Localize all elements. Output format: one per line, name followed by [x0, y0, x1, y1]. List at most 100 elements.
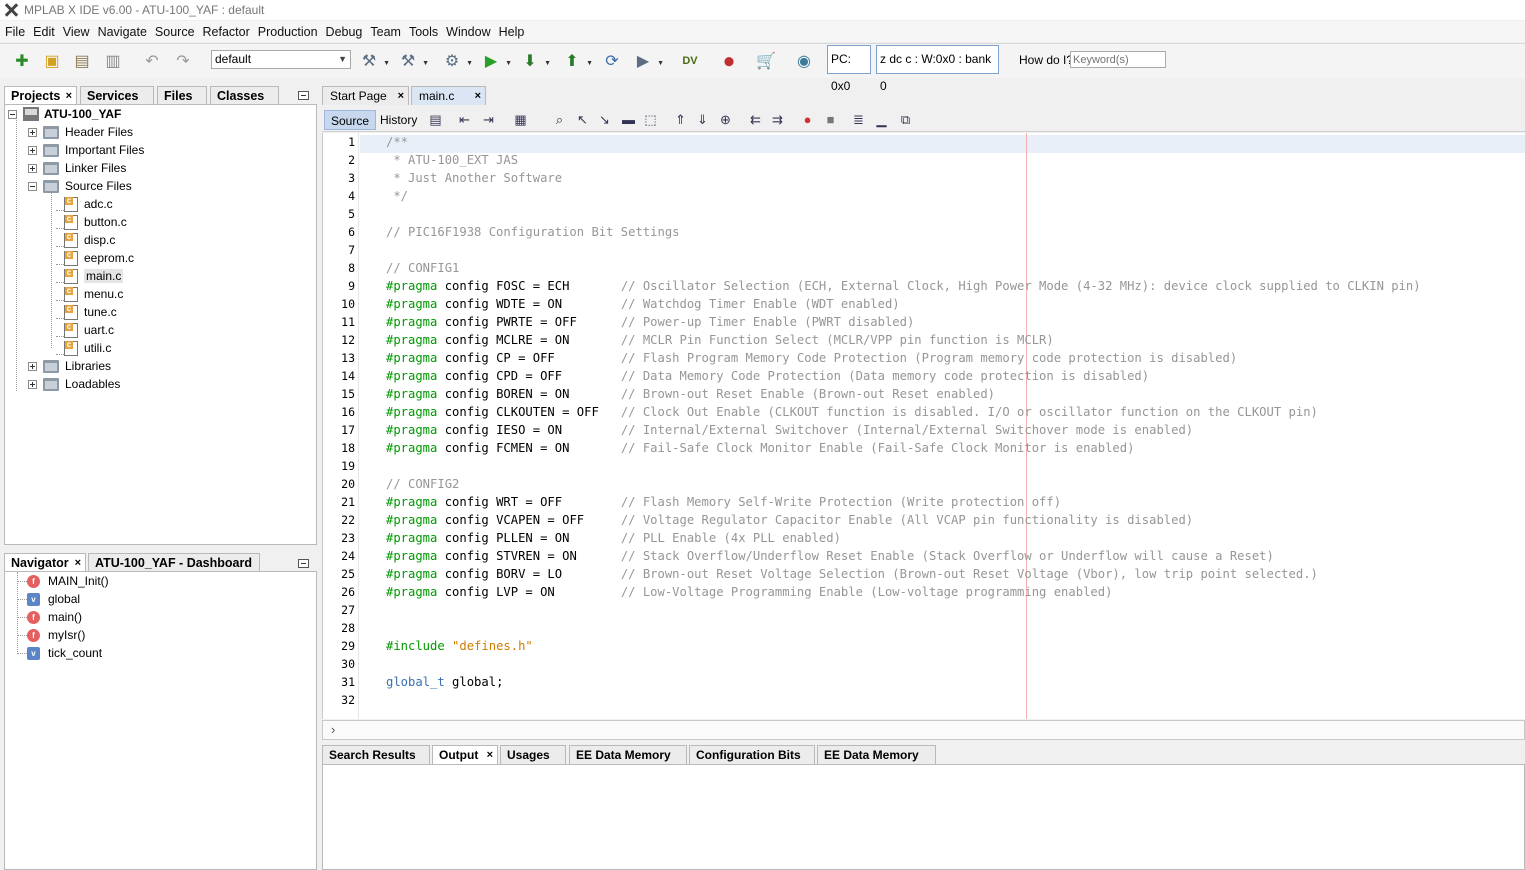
program-device-icon[interactable]: ⬆ ▼ — [560, 49, 593, 73]
hold-in-reset-icon[interactable]: ▶ ▼ — [631, 49, 664, 73]
start-macro-icon[interactable]: ● — [799, 111, 816, 128]
menu-window[interactable]: Window — [442, 25, 494, 39]
tree-folder-libraries[interactable]: Libraries — [28, 357, 111, 375]
shop-icon[interactable]: 🛒 — [754, 49, 778, 73]
community-icon[interactable]: ◉ — [792, 49, 816, 73]
expand-icon[interactable] — [28, 361, 37, 371]
menu-navigate[interactable]: Navigate — [94, 25, 151, 39]
tree-project-root[interactable]: ATU-100_YAF — [8, 105, 121, 123]
menu-help[interactable]: Help — [495, 25, 529, 39]
tab-files[interactable]: Files — [157, 86, 207, 105]
find-next-icon[interactable]: ↘ — [596, 111, 613, 128]
tree-file-disp[interactable]: disp.c — [64, 231, 115, 249]
comment-icon[interactable]: ≣ — [850, 111, 867, 128]
navigator-item[interactable]: f MAIN_Init() — [27, 572, 109, 590]
tree-file-eeprom[interactable]: eeprom.c — [64, 249, 134, 267]
tab-ee-data-memory[interactable]: EE Data Memory — [569, 745, 687, 764]
expand-icon[interactable] — [28, 127, 37, 137]
expand-icon[interactable] — [28, 379, 37, 389]
tree-file-uart[interactable]: uart.c — [64, 321, 114, 339]
menu-production[interactable]: Production — [254, 25, 322, 39]
shift-right-icon[interactable]: ⇉ — [769, 111, 786, 128]
new-file-icon[interactable]: ✚ — [10, 49, 34, 73]
chevron-right-icon[interactable]: › — [331, 722, 335, 737]
close-icon[interactable]: × — [75, 554, 81, 572]
source-mode-button[interactable]: Source — [324, 110, 377, 130]
microchip-discover-icon[interactable]: ⬤ — [717, 49, 741, 73]
clean-build-icon[interactable]: ⚒ ▼ — [396, 49, 429, 73]
open-project-icon[interactable]: ▤ — [70, 49, 94, 73]
menu-source[interactable]: Source — [151, 25, 199, 39]
tree-file-adc[interactable]: adc.c — [64, 195, 113, 213]
undo-icon[interactable]: ↶ — [140, 49, 164, 73]
tab-ee-data-memory-2[interactable]: EE Data Memory — [817, 745, 936, 764]
collapse-icon[interactable] — [28, 181, 37, 191]
find-icon[interactable]: ⌕ — [551, 111, 568, 128]
shift-left-icon[interactable]: ⇇ — [747, 111, 764, 128]
tree-folder-loadables[interactable]: Loadables — [28, 375, 120, 393]
navigator-item[interactable]: v tick_count — [27, 644, 102, 662]
output-console[interactable] — [322, 764, 1525, 870]
tree-folder-header-files[interactable]: Header Files — [28, 123, 133, 141]
close-icon[interactable]: × — [475, 87, 481, 105]
forward-icon[interactable]: ⇥ — [480, 111, 497, 128]
menu-refactor[interactable]: Refactor — [199, 25, 254, 39]
tab-search-results[interactable]: Search Results — [322, 745, 430, 764]
configuration-select[interactable]: default ▼ — [211, 50, 351, 69]
close-icon[interactable]: × — [487, 746, 493, 764]
debug-project-icon[interactable]: ⬇ ▼ — [518, 49, 551, 73]
data-visualizer-icon[interactable]: DV — [678, 49, 702, 73]
tab-output[interactable]: Output × — [432, 745, 498, 764]
redo-icon[interactable]: ↷ — [171, 49, 195, 73]
navigator-item[interactable]: v global — [27, 590, 80, 608]
tab-start-page[interactable]: Start Page × — [322, 86, 409, 105]
expand-icon[interactable] — [28, 145, 37, 155]
collapse-icon[interactable] — [8, 109, 17, 119]
tree-file-tune[interactable]: tune.c — [64, 303, 117, 321]
tree-file-button[interactable]: button.c — [64, 213, 127, 231]
keyword-search-input[interactable] — [1070, 51, 1166, 68]
close-icon[interactable]: × — [398, 87, 404, 105]
read-device-icon[interactable]: ⟳ — [600, 49, 624, 73]
find-previous-icon[interactable]: ↖ — [574, 111, 591, 128]
next-bookmark-icon[interactable]: ⇓ — [694, 111, 711, 128]
build-project-icon[interactable]: ⚒ ▼ — [357, 49, 390, 73]
toggle-bookmark-icon[interactable]: ⊕ — [717, 111, 734, 128]
tree-folder-linker-files[interactable]: Linker Files — [28, 159, 126, 177]
menu-file[interactable]: File — [1, 25, 29, 39]
toggle-highlight-icon[interactable]: ▬ — [620, 111, 637, 128]
tab-classes[interactable]: Classes — [210, 86, 279, 105]
diff-icon[interactable]: ⧉ — [897, 111, 914, 128]
close-icon[interactable]: × — [66, 87, 72, 105]
close-project-icon[interactable]: ▥ — [101, 49, 125, 73]
tree-file-menu[interactable]: menu.c — [64, 285, 123, 303]
minimize-panel-icon[interactable] — [298, 91, 309, 100]
menu-edit[interactable]: Edit — [29, 25, 59, 39]
tree-file-main[interactable]: main.c — [64, 267, 124, 285]
menu-debug[interactable]: Debug — [322, 25, 367, 39]
code-editor[interactable]: 1 2 3 4 5 6 7 8 9 10 11 12 13 14 15 16 17 18 19 20 21 22 23 24 2… — [322, 133, 1525, 719]
format-icon[interactable]: ▦ — [512, 111, 529, 128]
history-mode-button[interactable]: History — [374, 110, 423, 130]
navigator-item[interactable]: f main() — [27, 608, 82, 626]
menu-team[interactable]: Team — [366, 25, 405, 39]
tab-main-c[interactable]: main.c × — [411, 86, 486, 105]
tree-file-utili[interactable]: utili.c — [64, 339, 111, 357]
navigator-item[interactable]: f myIsr() — [27, 626, 85, 644]
tab-usages[interactable]: Usages — [500, 745, 566, 764]
back-icon[interactable]: ⇤ — [456, 111, 473, 128]
last-edit-icon[interactable]: ▤ — [427, 111, 444, 128]
new-project-icon[interactable]: ▣ — [40, 49, 64, 73]
tab-services[interactable]: Services — [80, 86, 154, 105]
uncomment-icon[interactable]: ▁ — [873, 111, 890, 128]
tree-folder-important-files[interactable]: Important Files — [28, 141, 144, 159]
run-project-icon[interactable]: ▶ ▼ — [479, 49, 512, 73]
make-icon[interactable]: ⚙ ▼ — [440, 49, 473, 73]
minimize-panel-icon[interactable] — [298, 559, 309, 568]
stop-macro-icon[interactable]: ■ — [822, 111, 839, 128]
previous-bookmark-icon[interactable]: ⇑ — [672, 111, 689, 128]
tab-configuration-bits[interactable]: Configuration Bits — [689, 745, 815, 764]
menu-view[interactable]: View — [59, 25, 94, 39]
tab-dashboard[interactable]: ATU-100_YAF - Dashboard — [88, 553, 260, 572]
tab-projects[interactable]: Projects × — [4, 86, 77, 105]
